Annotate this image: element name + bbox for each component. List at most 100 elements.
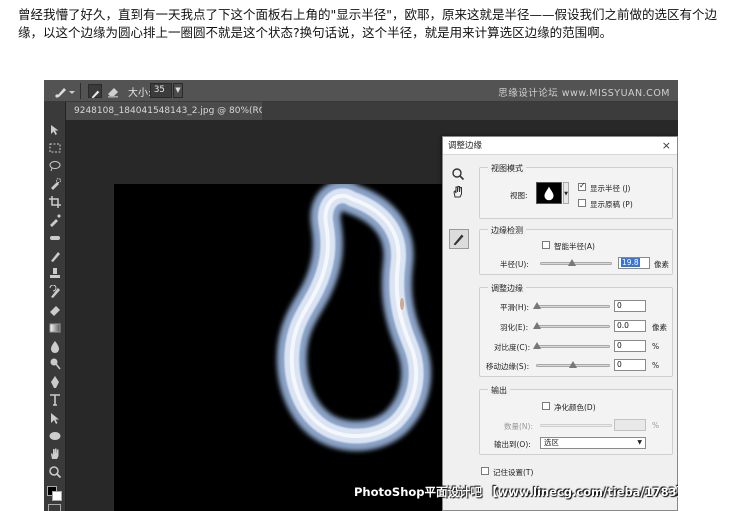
size-dropdown-button[interactable]: ▼ — [173, 83, 183, 98]
contrast-slider-thumb[interactable] — [533, 342, 541, 349]
output-title: 输出 — [488, 385, 510, 396]
history-brush-icon[interactable] — [48, 284, 62, 298]
chevron-down-icon: ▼ — [637, 439, 642, 446]
dialog-title: 调整边缘 × — [443, 137, 677, 155]
contrast-input[interactable]: 0 — [614, 340, 646, 352]
view-mode-group: 视图模式 视图: ▼ 显示半径 (J) 显示原稿 (P) — [479, 163, 673, 219]
options-separator — [80, 83, 81, 99]
dialog-title-text: 调整边缘 — [448, 141, 483, 151]
move-icon[interactable] — [48, 122, 62, 136]
contrast-slider[interactable] — [536, 345, 610, 348]
amount-unit: % — [652, 421, 660, 430]
hand-icon[interactable] — [48, 446, 62, 460]
decontaminate-colors-checkbox[interactable] — [542, 402, 550, 410]
show-radius-checkbox[interactable] — [578, 181, 586, 191]
show-radius-label: 显示半径 (J) — [590, 184, 631, 193]
edge-detection-title: 边缘检测 — [488, 225, 526, 236]
hand-icon[interactable] — [451, 185, 465, 199]
feather-unit: 像素 — [652, 323, 667, 332]
view-thumbnail[interactable] — [536, 182, 562, 204]
pear-outline-image — [276, 180, 432, 451]
output-to-value: 选区 — [544, 438, 559, 447]
size-label: 大小: — [128, 88, 152, 99]
edge-detection-group: 边缘检测 智能半径(A) 半径(U): 19.8 像素 — [479, 225, 673, 275]
radius-label: 半径(U): — [500, 260, 529, 269]
quick-selection-icon[interactable] — [48, 176, 62, 190]
lasso-icon[interactable] — [48, 158, 62, 172]
refine-radius-tool-icon[interactable] — [88, 84, 102, 99]
document-tab-bar: 9248108_184041548143_2.jpg @ 80%(RGB/8#)… — [66, 102, 678, 120]
shift-edge-input[interactable]: 0 — [614, 359, 646, 371]
crop-icon[interactable] — [48, 194, 62, 208]
gradient-icon[interactable] — [48, 320, 62, 334]
pen-icon[interactable] — [48, 374, 62, 388]
options-bar: 大小: 35 ▼ 思缘设计论坛 www.MISSYUAN.COM — [44, 80, 678, 102]
feather-input[interactable]: 0.0 — [614, 320, 646, 332]
photoshop-window: 大小: 35 ▼ 思缘设计论坛 www.MISSYUAN.COM 9248108… — [44, 80, 678, 511]
radius-slider-thumb[interactable] — [568, 259, 576, 266]
radius-input[interactable]: 19.8 — [618, 257, 650, 269]
blur-icon[interactable] — [48, 338, 62, 353]
ellipse-shape-icon[interactable] — [48, 428, 62, 442]
smooth-label: 平滑(H): — [500, 303, 530, 312]
amount-slider — [540, 424, 612, 427]
feather-slider-thumb[interactable] — [533, 322, 541, 329]
brush-icon[interactable] — [48, 248, 62, 262]
smooth-input[interactable]: 0 — [614, 300, 646, 312]
feather-slider[interactable] — [536, 325, 610, 328]
erase-refinements-tool-icon[interactable] — [106, 84, 120, 98]
healing-brush-icon[interactable] — [48, 230, 62, 244]
size-input[interactable]: 35 — [150, 83, 172, 98]
clone-stamp-icon[interactable] — [48, 266, 62, 280]
document-canvas[interactable] — [114, 180, 454, 511]
amount-input — [614, 419, 646, 431]
refine-edge-dialog: 调整边缘 × 视图模式 视图: ▼ 显示半径 (J) 显示原稿 (P) 边缘检测… — [442, 136, 678, 511]
smart-radius-label: 智能半径(A) — [554, 242, 595, 251]
type-icon[interactable] — [48, 392, 62, 406]
document-tab[interactable]: 9248108_184041548143_2.jpg @ 80%(RGB/8#)… — [66, 102, 262, 120]
background-color-swatch[interactable] — [52, 491, 62, 501]
amount-label: 数量(N): — [504, 422, 533, 431]
smart-radius-checkbox[interactable] — [542, 241, 550, 249]
top-watermark: 思缘设计论坛 www.MISSYUAN.COM — [498, 88, 670, 99]
adjust-edge-title: 调整边缘 — [488, 283, 526, 294]
close-icon[interactable]: × — [662, 137, 671, 154]
article-paragraph: 曾经我懵了好久，直到有一天我点了下这个面板右上角的"显示半径"，欧耶，原来这就是… — [18, 7, 718, 40]
view-mode-title: 视图模式 — [488, 163, 526, 174]
decontaminate-colors-label: 净化颜色(D) — [554, 403, 596, 412]
shift-edge-unit: % — [652, 361, 660, 370]
zoom-icon[interactable] — [48, 464, 62, 479]
bottom-watermark: PhotoShop平面设计吧 【www.linecg.com/tieba/178… — [354, 485, 678, 499]
toolbox — [44, 102, 66, 511]
eraser-icon[interactable] — [48, 302, 62, 316]
preset-dropdown-icon[interactable] — [68, 84, 76, 98]
shift-edge-label: 移动边缘(S): — [486, 362, 530, 371]
marquee-icon[interactable] — [48, 140, 62, 154]
output-to-label: 输出到(O): — [494, 440, 531, 449]
remember-settings-checkbox[interactable] — [481, 467, 489, 475]
path-selection-icon[interactable] — [48, 410, 62, 424]
smooth-slider[interactable] — [536, 305, 610, 308]
shift-edge-slider-thumb[interactable] — [569, 361, 577, 368]
output-to-select[interactable]: 选区 ▼ — [540, 437, 646, 449]
feather-label: 羽化(E): — [500, 323, 529, 332]
show-original-checkbox[interactable] — [578, 199, 586, 207]
contrast-unit: % — [652, 342, 660, 351]
canvas-area — [66, 120, 454, 511]
brush-tool-preset-icon[interactable] — [54, 84, 68, 98]
contrast-label: 对比度(C): — [494, 343, 531, 352]
quick-mask-icon[interactable] — [48, 504, 61, 511]
output-group: 输出 净化颜色(D) 数量(N): % 输出到(O): 选区 ▼ — [479, 385, 673, 455]
radius-slider[interactable] — [540, 262, 612, 265]
refine-radius-tool-icon[interactable] — [449, 229, 469, 249]
eyedropper-icon[interactable] — [48, 212, 62, 227]
zoom-icon[interactable] — [451, 167, 465, 181]
remember-settings-label: 记住设置(T) — [493, 468, 534, 477]
adjust-edge-group: 调整边缘 平滑(H): 0 羽化(E): 0.0 像素 对比度(C): 0 % … — [479, 283, 673, 377]
smooth-slider-thumb[interactable] — [533, 302, 541, 309]
show-original-label: 显示原稿 (P) — [590, 200, 633, 209]
radius-unit: 像素 — [654, 260, 669, 269]
view-label: 视图: — [510, 191, 528, 200]
view-dropdown-button[interactable]: ▼ — [563, 182, 569, 204]
dodge-icon[interactable] — [48, 356, 62, 370]
